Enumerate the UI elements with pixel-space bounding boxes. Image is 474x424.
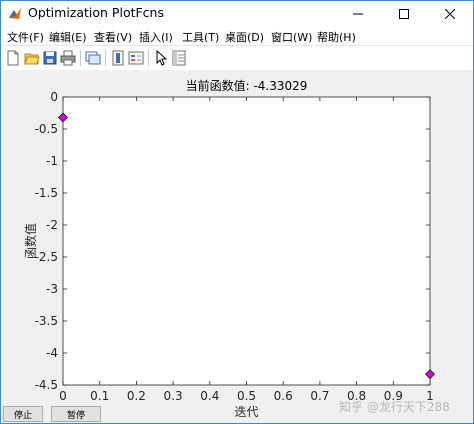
- y-tick-label: -1.5: [35, 186, 58, 200]
- link-plot-icon[interactable]: [84, 49, 102, 67]
- y-tick-label: -4.5: [35, 378, 58, 392]
- menu-bar: 文件(F) 编辑(E) 查看(V) 插入(I) 工具(T) 桌面(D) 窗口(W…: [1, 27, 473, 45]
- menu-window[interactable]: 窗口(W): [271, 29, 312, 45]
- title-bar[interactable]: Optimization PlotFcns: [1, 1, 473, 27]
- menu-view[interactable]: 查看(V): [94, 29, 132, 45]
- x-tick-label: 0.7: [310, 389, 329, 403]
- print-icon[interactable]: [59, 49, 77, 67]
- toolbar-separator: [148, 50, 149, 66]
- close-button[interactable]: [427, 1, 473, 27]
- plot-axes: 0 0.1 0.2 0.3 0.4 0.5 0.6 0.7 0.8 0.9 10-0.5-1-1.5…: [23, 78, 435, 419]
- minimize-icon: [353, 13, 363, 15]
- toolbar-separator: [80, 50, 81, 66]
- menu-tools[interactable]: 工具(T): [182, 29, 219, 45]
- maximize-button[interactable]: [381, 1, 427, 27]
- x-axis-label: 迭代: [234, 405, 258, 419]
- y-tick-label: -0.5: [35, 122, 58, 136]
- y-tick-label: -1: [46, 154, 58, 168]
- x-tick-label: 0.3: [164, 389, 183, 403]
- figure-area: 0 0.1 0.2 0.3 0.4 0.5 0.6 0.7 0.8 0.9 1 0 -0.5 -1 -1.5…: [1, 70, 473, 423]
- x-tick-label: 0.4: [200, 389, 219, 403]
- y-axis-label: 函数值: [23, 223, 38, 259]
- insert-colorbar-icon[interactable]: [109, 49, 127, 67]
- edit-plot-arrow-icon[interactable]: [152, 49, 170, 67]
- new-figure-icon[interactable]: [4, 49, 22, 67]
- y-tick-label: -3: [46, 282, 58, 296]
- menu-edit[interactable]: 编辑(E): [49, 29, 87, 45]
- watermark: 知乎 @龙行天下288: [339, 400, 450, 414]
- window-title: Optimization PlotFcns: [28, 5, 164, 20]
- toolbar: [1, 45, 473, 71]
- x-tick-label: 0.5: [237, 389, 256, 403]
- figure-window: Optimization PlotFcns 文件(F) 编辑(E) 查看(V) …: [0, 0, 474, 424]
- x-tick-label: 0.6: [274, 389, 293, 403]
- x-tick-label: 0.2: [127, 389, 146, 403]
- menu-insert[interactable]: 插入(I): [139, 29, 173, 45]
- y-tick-label: -3.5: [35, 314, 58, 328]
- open-file-icon[interactable]: [23, 49, 41, 67]
- save-icon[interactable]: [41, 49, 59, 67]
- toolbar-separator: [105, 50, 106, 66]
- y-tick-label: -2: [46, 218, 58, 232]
- y-tick-label: -4: [46, 346, 58, 360]
- x-tick-label: 0.1: [90, 389, 109, 403]
- x-tick-label: 0: [59, 389, 67, 403]
- chart-title: 当前函数值: -4.33029: [186, 78, 308, 93]
- stop-button[interactable]: 停止: [3, 406, 43, 422]
- menu-desktop[interactable]: 桌面(D): [225, 29, 264, 45]
- maximize-icon: [399, 9, 409, 19]
- menu-help[interactable]: 帮助(H): [317, 29, 356, 45]
- y-tick-label: 0: [50, 90, 58, 104]
- pause-button[interactable]: 暂停: [51, 406, 101, 422]
- menu-file[interactable]: 文件(F): [7, 29, 44, 45]
- minimize-button[interactable]: [335, 1, 381, 27]
- plot-area: [62, 96, 431, 386]
- property-inspector-icon[interactable]: [170, 49, 188, 67]
- matlab-icon: [9, 8, 21, 19]
- insert-legend-icon[interactable]: [127, 49, 145, 67]
- close-icon: [445, 9, 455, 19]
- y-tick-label: -2.5: [35, 250, 58, 264]
